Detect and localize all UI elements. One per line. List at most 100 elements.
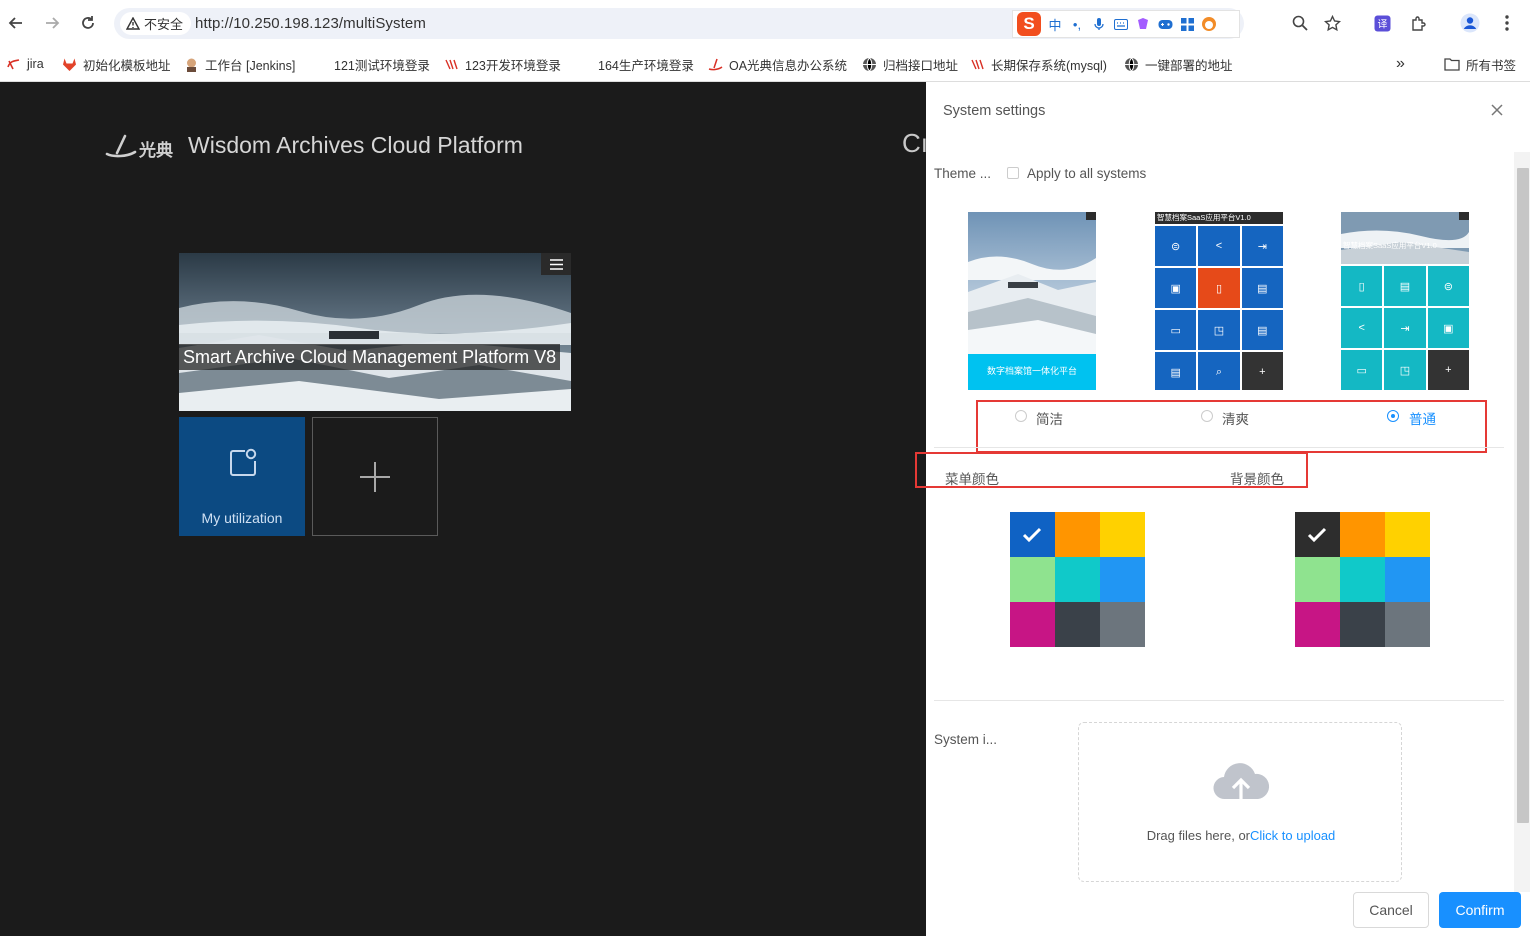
menu-color-swatch[interactable]	[1010, 512, 1055, 557]
url-text[interactable]: http://10.250.198.123/multiSystem	[195, 15, 426, 32]
extensions-puzzle-icon[interactable]	[1408, 13, 1428, 33]
system-settings-drawer: System settings Theme ... Apply to all s…	[915, 82, 1530, 936]
banner-title: Smart Archive Cloud Management Platform …	[179, 344, 561, 370]
extension-translate-icon[interactable]: 译	[1372, 13, 1392, 33]
globe-icon	[1124, 57, 1139, 72]
theme-fresh-cell: ▤	[1155, 352, 1197, 390]
keyboard-icon[interactable]	[1113, 16, 1129, 32]
highlight-box-theme-options	[976, 400, 1487, 453]
bookmark-123-dev[interactable]: 123开发环境登录	[444, 54, 561, 74]
bg-color-swatch[interactable]	[1385, 512, 1430, 557]
bg-color-swatch[interactable]	[1295, 602, 1340, 647]
menu-color-swatch[interactable]	[1055, 557, 1100, 602]
ime-language-toggle[interactable]: 中	[1047, 16, 1063, 33]
bg-color-swatch[interactable]	[1295, 557, 1340, 602]
theme-normal-cell: ▣	[1427, 308, 1469, 348]
browser-toolbar: 不安全 http://10.250.198.123/multiSystem S …	[0, 0, 1530, 46]
close-icon	[1491, 104, 1503, 116]
menu-color-swatch[interactable]	[1010, 557, 1055, 602]
menu-color-swatch[interactable]	[1100, 557, 1145, 602]
bookmarks-bar: jira 初始化模板地址 工作台 [Jenkins] 121测试环境登录 123…	[0, 46, 1530, 82]
site-icon	[970, 57, 985, 72]
game-icon[interactable]	[1157, 16, 1173, 32]
theme-normal-cell: ▤	[1384, 266, 1426, 306]
gitlab-icon	[62, 57, 77, 72]
apply-all-checkbox[interactable]	[1007, 167, 1019, 179]
theme-preview-fresh[interactable]: 智慧档案SaaS应用平台V1.0 ⊜ < ⇥ ▣ ▯ ▤ ▭ ◳ ▤ ▤ ⌕ +	[1155, 212, 1283, 390]
add-system-tile[interactable]	[312, 417, 438, 536]
banner-menu-button[interactable]	[541, 253, 571, 275]
menu-color-swatch[interactable]	[1010, 602, 1055, 647]
menu-color-swatch[interactable]	[1055, 512, 1100, 557]
bg-color-swatch[interactable]	[1295, 512, 1340, 557]
scrollbar-thumb[interactable]	[1517, 168, 1529, 823]
all-bookmarks[interactable]: 所有书签	[1444, 54, 1516, 74]
theme-normal-cell: ▭	[1341, 350, 1383, 390]
theme-fresh-cell: ⌕	[1198, 352, 1240, 390]
forward-button[interactable]	[39, 10, 65, 36]
reload-button[interactable]	[75, 10, 101, 36]
theme-normal-cell: ▯	[1341, 266, 1383, 306]
bookmark-121-test[interactable]: 121测试环境登录	[334, 54, 430, 74]
utilization-icon	[230, 448, 257, 476]
system-banner-card[interactable]: Smart Archive Cloud Management Platform …	[179, 253, 571, 411]
theme-fresh-cell: ▤	[1241, 310, 1283, 350]
security-chip[interactable]: 不安全	[120, 12, 192, 35]
bg-color-swatch[interactable]	[1385, 602, 1430, 647]
bookmark-jenkins[interactable]: 工作台 [Jenkins]	[184, 54, 295, 74]
close-button[interactable]	[1487, 100, 1507, 120]
hamburger-icon	[549, 258, 563, 270]
bookmark-template[interactable]: 初始化模板地址	[62, 54, 171, 74]
theme-preview-simple[interactable]: 数字档案馆一体化平台	[968, 212, 1096, 390]
divider	[934, 700, 1504, 701]
bookmark-star-icon[interactable]	[1322, 13, 1342, 33]
browser-menu-icon[interactable]	[1497, 13, 1517, 33]
my-utilization-tile[interactable]: My utilization	[179, 417, 305, 536]
system-icon-label: System i...	[934, 732, 998, 747]
warning-icon	[126, 17, 140, 30]
plus-icon	[360, 461, 390, 492]
bookmark-deploy[interactable]: 一键部署的地址	[1124, 54, 1233, 74]
bookmarks-more[interactable]: »	[1396, 54, 1405, 74]
apps-icon[interactable]	[1179, 16, 1195, 32]
address-bar[interactable]: 不安全 http://10.250.198.123/multiSystem S …	[114, 8, 1244, 39]
zoom-icon[interactable]	[1290, 13, 1310, 33]
sogou-ime-icon[interactable]: S	[1017, 12, 1041, 36]
bookmark-archive-api[interactable]: 归档接口地址	[862, 54, 958, 74]
theme-fresh-cell: ▭	[1155, 310, 1197, 350]
theme-fresh-caption: 智慧档案SaaS应用平台V1.0	[1155, 212, 1283, 224]
profile-avatar-icon[interactable]	[1460, 13, 1480, 33]
brand-logo: 光典	[105, 134, 173, 160]
site-icon	[444, 57, 459, 72]
bookmark-164-prod[interactable]: 164生产环境登录	[598, 54, 694, 74]
bg-color-swatch[interactable]	[1340, 557, 1385, 602]
theme-preview-normal[interactable]: 智慧档案SaaS应用平台V1.0 ▯ ▤ ⊜ < ⇥ ▣ ▭ ◳ +	[1341, 212, 1469, 390]
bg-color-swatch[interactable]	[1385, 557, 1430, 602]
menu-color-swatch[interactable]	[1100, 512, 1145, 557]
security-label: 不安全	[144, 17, 184, 32]
theme-fresh-cell: ◳	[1198, 310, 1240, 350]
upload-dropzone[interactable]: Drag files here, orClick to upload	[1078, 722, 1402, 882]
skin-icon[interactable]	[1135, 16, 1151, 32]
apply-all-label[interactable]: Apply to all systems	[1027, 166, 1146, 181]
arrow-right-icon	[46, 17, 60, 29]
theme-normal-cell: ◳	[1384, 350, 1426, 390]
theme-normal-cell: <	[1341, 308, 1383, 348]
confirm-button[interactable]: Confirm	[1439, 892, 1521, 928]
mascot-icon[interactable]	[1201, 16, 1217, 32]
bookmark-jira[interactable]: jira	[6, 54, 44, 74]
checkmark-icon	[1307, 527, 1327, 543]
menu-color-swatch[interactable]	[1100, 602, 1145, 647]
reload-icon	[82, 16, 94, 29]
cancel-button[interactable]: Cancel	[1353, 892, 1429, 928]
ime-punctuation-toggle[interactable]: •,	[1069, 16, 1085, 32]
back-button[interactable]	[3, 10, 29, 36]
microphone-icon[interactable]	[1091, 16, 1107, 32]
click-to-upload-link[interactable]: Click to upload	[1250, 828, 1335, 843]
menu-color-swatch[interactable]	[1055, 602, 1100, 647]
bookmark-long-term[interactable]: 长期保存系统(mysql)	[970, 54, 1107, 74]
bg-color-swatch[interactable]	[1340, 512, 1385, 557]
bg-color-swatch[interactable]	[1340, 602, 1385, 647]
bookmark-oa[interactable]: OA光典信息办公系统	[708, 54, 847, 74]
theme-fresh-cell: ⊜	[1155, 226, 1197, 266]
